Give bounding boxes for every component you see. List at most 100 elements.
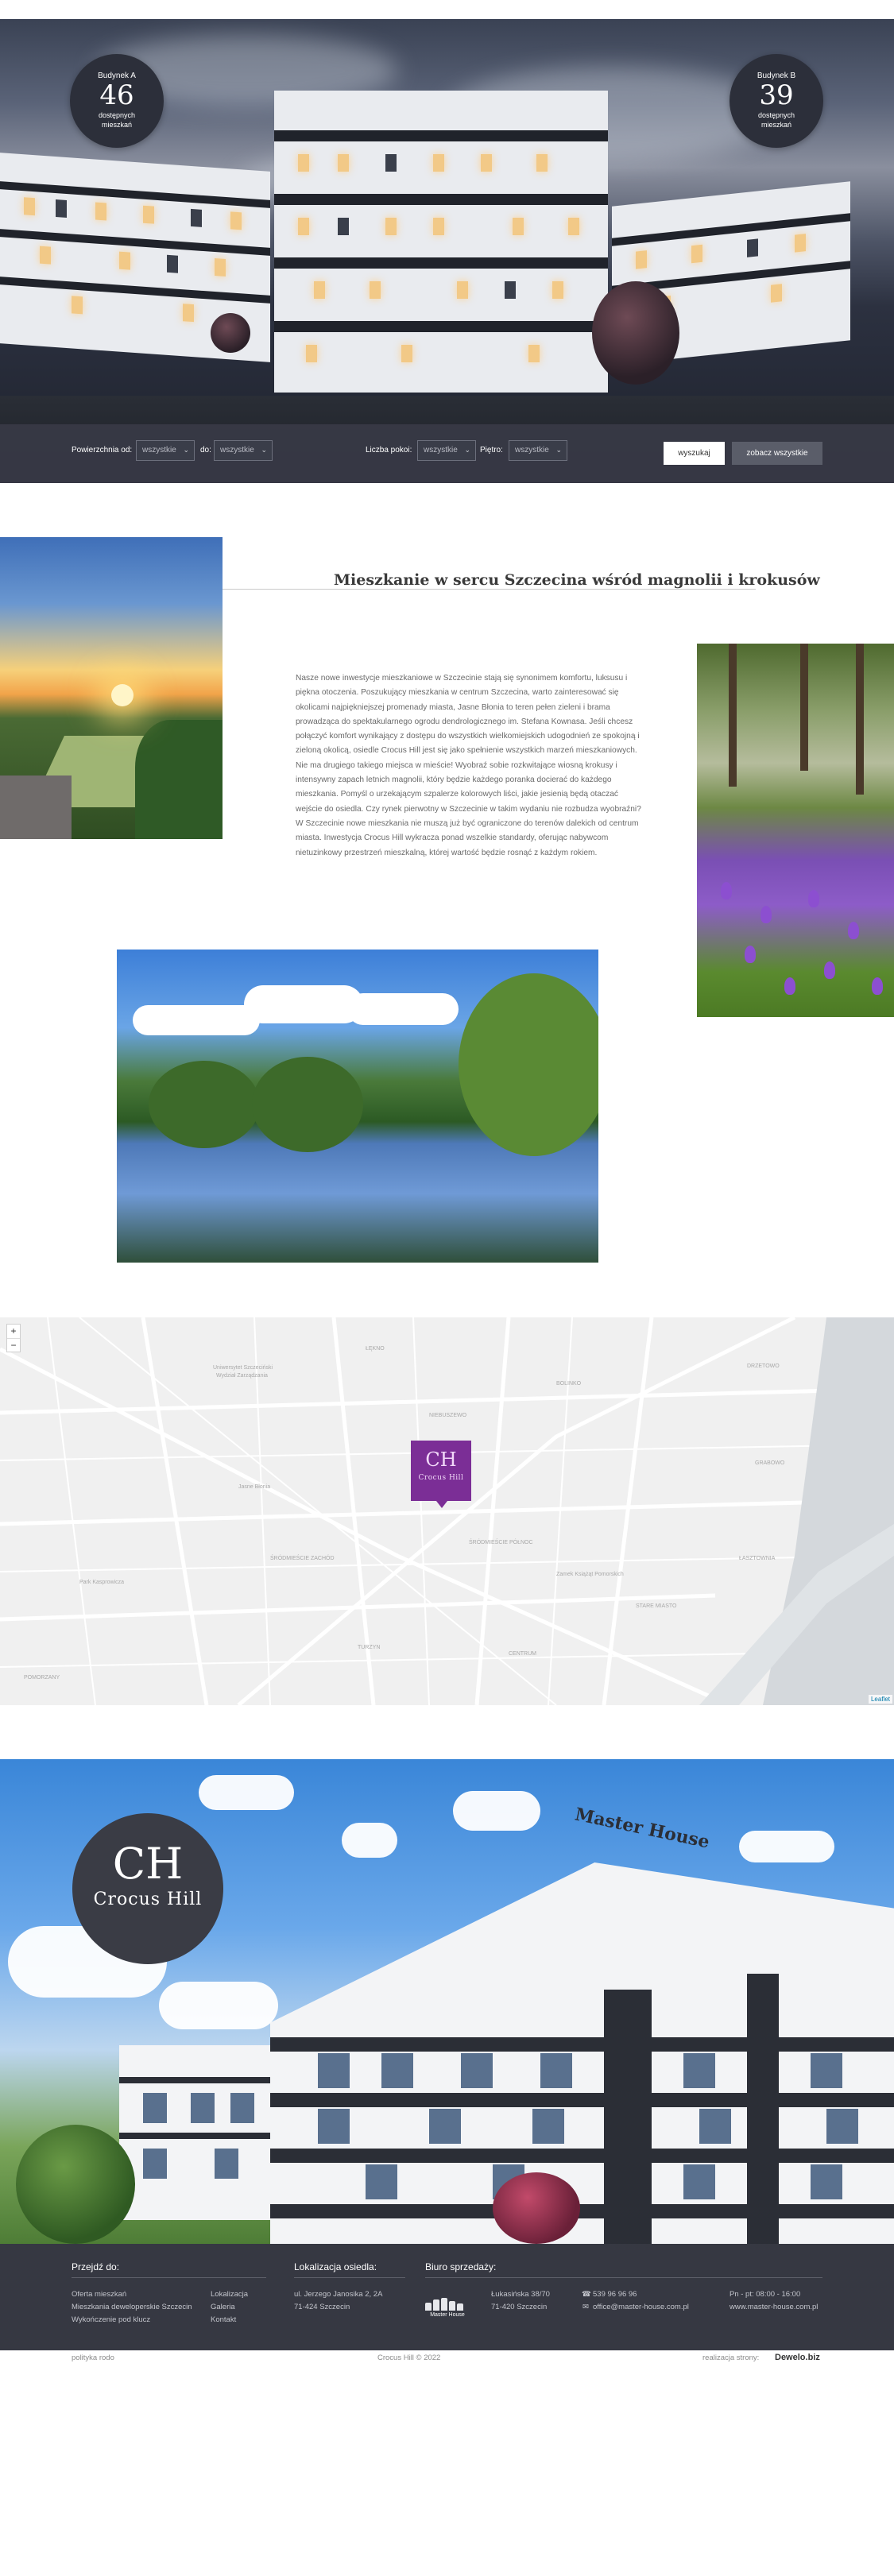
phone-icon: ☎ — [582, 2290, 591, 2299]
section-title: Mieszkanie w sercu Szczecina wśród magno… — [334, 571, 820, 589]
privacy-link[interactable]: polityka rodo — [72, 2354, 114, 2362]
floor-select[interactable]: wszystkie ⌄ — [509, 440, 567, 461]
map-marker-icon[interactable]: CH Crocus Hill — [411, 1441, 471, 1501]
floor-label: Piętro: — [480, 446, 503, 454]
email-address: office@master-house.com.pl — [593, 2303, 689, 2311]
chevron-down-icon: ⌄ — [555, 446, 562, 454]
sales-city: 71-420 Szczecin — [491, 2303, 548, 2311]
footer-link-developer[interactable]: Mieszkania deweloperskie Szczecin — [72, 2303, 192, 2311]
badge-sub: mieszkań — [760, 121, 791, 129]
map-label: ŚRÓDMIEŚCIE ZACHÓD — [270, 1556, 335, 1561]
hero-section: Budynek A 46 dostępnych mieszkań Budynek… — [0, 19, 894, 483]
phone-link[interactable]: ☎ 539 96 96 96 — [582, 2290, 637, 2299]
master-house-building — [270, 1862, 894, 2244]
tree — [592, 281, 679, 385]
zoom-out-icon[interactable]: − — [7, 1338, 20, 1352]
map-label: NIEBUSZEWO — [429, 1413, 467, 1418]
map-label: STARE MIASTO — [636, 1603, 677, 1609]
map-label: Park Kasprowicza — [79, 1580, 125, 1585]
location-city: 71-424 Szczecin — [294, 2303, 350, 2311]
badge-sub: dostępnych — [98, 111, 136, 119]
map-label: POMORZANY — [24, 1675, 60, 1681]
phone-number: 539 96 96 96 — [593, 2290, 637, 2299]
footer-link-finishing[interactable]: Wykończenie pod klucz — [72, 2315, 150, 2324]
logo-monogram: CH — [112, 1839, 184, 1889]
crocus-field-photo — [697, 644, 894, 1017]
building-small — [119, 2045, 270, 2220]
building-a-badge[interactable]: Budynek A 46 dostępnych mieszkań — [70, 54, 164, 148]
map-label: Uniwersytet Szczeciński — [213, 1365, 273, 1371]
sales-heading: Biuro sprzedaży: — [425, 2261, 497, 2272]
rooms-label: Liczba pokoi: — [366, 446, 412, 454]
badge-sub: dostępnych — [757, 111, 795, 119]
tree — [16, 2125, 135, 2244]
map-label: CENTRUM — [509, 1651, 536, 1657]
mail-icon: ✉ — [582, 2303, 589, 2311]
map-label: Zamek Książąt Pomorskich — [556, 1572, 624, 1577]
map-streets — [0, 1317, 894, 1705]
chevron-down-icon: ⌄ — [261, 446, 267, 454]
master-house-logo-text: Master House — [430, 2312, 465, 2318]
divider — [425, 2277, 822, 2278]
marker-pointer — [436, 1501, 447, 1508]
copyright: Crocus Hill © 2022 — [377, 2354, 441, 2362]
map-label: ŚRÓDMIEŚCIE PÓŁNOC — [469, 1540, 533, 1545]
footer-link-contact[interactable]: Kontakt — [211, 2315, 236, 2324]
zoom-control: + − — [6, 1324, 21, 1352]
divider — [294, 2277, 405, 2278]
map-label: Wydział Zarządzania — [216, 1373, 268, 1379]
area-to-select[interactable]: wszystkie ⌄ — [214, 440, 273, 461]
map-label: ŁĘKNO — [366, 1346, 385, 1352]
email-link[interactable]: ✉ office@master-house.com.pl — [582, 2303, 689, 2311]
show-all-button[interactable]: zobacz wszystkie — [732, 442, 822, 465]
map-label: Jasne Błonia — [238, 1484, 271, 1490]
park-lake-photo — [117, 950, 598, 1263]
chevron-down-icon: ⌄ — [464, 446, 470, 454]
chevron-down-icon: ⌄ — [183, 446, 189, 454]
credit-link[interactable]: Dewelo.biz — [775, 2353, 820, 2362]
marker-monogram: CH — [425, 1449, 457, 1471]
sales-address: Łukasińska 38/70 — [491, 2290, 550, 2299]
title-divider — [223, 589, 756, 590]
select-value: wszystkie — [220, 446, 254, 454]
select-value: wszystkie — [515, 446, 549, 454]
sunset-park-photo — [0, 537, 223, 839]
zoom-in-icon[interactable]: + — [7, 1325, 20, 1338]
available-count: 39 — [759, 79, 794, 111]
map-attribution-link[interactable]: Leaflet — [868, 1695, 892, 1704]
map-label: ŁASZTOWNIA — [739, 1556, 776, 1561]
nav-heading: Przejdź do: — [72, 2261, 120, 2272]
logo-name: Crocus Hill — [93, 1889, 203, 1909]
crocus-hill-logo[interactable]: CH Crocus Hill — [72, 1813, 223, 1964]
intro-paragraph: Nasze nowe inwestycje mieszkaniowe w Szc… — [296, 674, 641, 857]
available-count: 46 — [99, 79, 134, 111]
search-button[interactable]: wyszukaj — [664, 442, 725, 465]
map-label: TURZYN — [358, 1645, 381, 1650]
website-link[interactable]: www.master-house.com.pl — [730, 2303, 818, 2311]
footer-link-gallery[interactable]: Galeria — [211, 2303, 235, 2311]
location-map[interactable]: Uniwersytet Szczeciński Wydział Zarządza… — [0, 1317, 894, 1705]
master-house-logo[interactable]: Master House — [425, 2298, 470, 2318]
divider — [72, 2277, 266, 2278]
map-label: GRABOWO — [755, 1460, 785, 1466]
location-heading: Lokalizacja osiedla: — [294, 2261, 377, 2272]
tree — [493, 2172, 580, 2244]
rooms-select[interactable]: wszystkie ⌄ — [417, 440, 476, 461]
select-value: wszystkie — [424, 446, 458, 454]
building-center — [274, 91, 608, 393]
area-from-select[interactable]: wszystkie ⌄ — [136, 440, 195, 461]
building-b-badge[interactable]: Budynek B 39 dostępnych mieszkań — [730, 54, 823, 148]
credit-label: realizacja strony: — [702, 2354, 760, 2362]
map-label: DRZETOWO — [747, 1363, 780, 1369]
footer-link-offer[interactable]: Oferta mieszkań — [72, 2290, 126, 2299]
office-hours: Pn - pt: 08:00 - 16:00 — [730, 2290, 801, 2299]
footer: Przejdź do: Oferta mieszkań Mieszkania d… — [0, 2244, 894, 2350]
footer-link-location[interactable]: Lokalizacja — [211, 2290, 248, 2299]
area-to-label: do: — [200, 446, 211, 454]
tree — [211, 313, 250, 353]
badge-sub: mieszkań — [101, 121, 132, 129]
map-label: BOLINKO — [556, 1381, 582, 1387]
marker-name: Crocus Hill — [418, 1474, 464, 1482]
location-address: ul. Jerzego Janosika 2, 2A — [294, 2290, 383, 2299]
apartment-filter-bar: Powierzchnia od: wszystkie ⌄ do: wszystk… — [0, 424, 894, 483]
